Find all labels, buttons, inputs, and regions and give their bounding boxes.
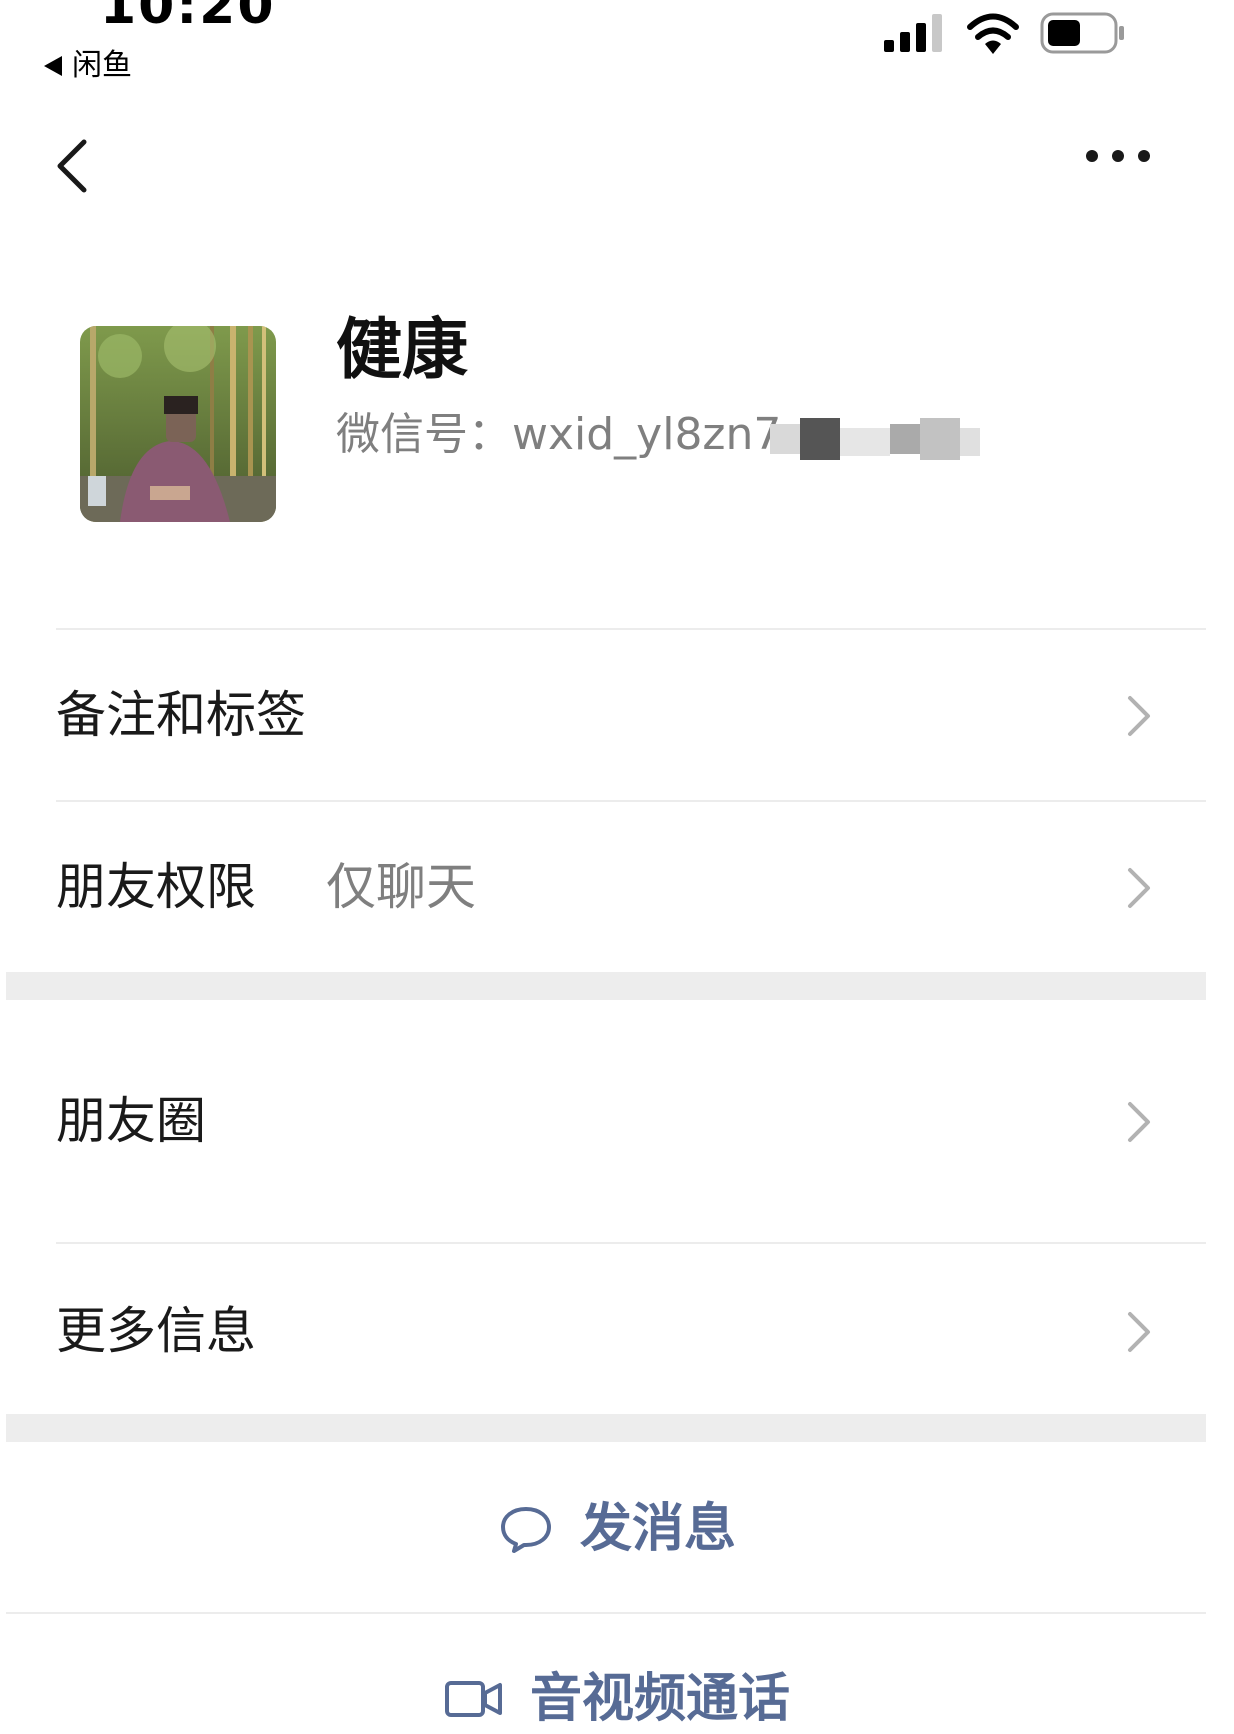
- row-label: 备注和标签: [56, 686, 306, 744]
- wifi-icon: [967, 13, 1019, 54]
- chevron-right-icon: [1128, 696, 1150, 736]
- chevron-left-icon[interactable]: [52, 136, 92, 196]
- send-message-button[interactable]: 发消息: [0, 1494, 1234, 1564]
- return-to-app[interactable]: 闲鱼: [44, 46, 132, 86]
- battery-icon: [1040, 12, 1124, 54]
- video-camera-icon: [444, 1681, 502, 1717]
- row-label: 朋友圈: [56, 1092, 206, 1150]
- audio-video-call-label: 音视频通话: [529, 1669, 790, 1729]
- row-label: 更多信息: [56, 1302, 256, 1360]
- chat-bubble-icon: [500, 1507, 551, 1553]
- status-time: 10:20: [100, 0, 276, 36]
- chevron-right-icon: [1128, 1102, 1150, 1142]
- more-dots-icon[interactable]: [1086, 150, 1186, 180]
- section-divider: [6, 1414, 1206, 1442]
- section-divider: [6, 972, 1206, 1000]
- row-value: 仅聊天: [326, 858, 476, 916]
- profile-name: 健康: [336, 311, 468, 388]
- wechat-id: 微信号：wxid_yl8zn7: [336, 409, 782, 460]
- blur-overlay: [770, 418, 980, 460]
- row-label: 朋友权限: [56, 858, 256, 916]
- return-app-label: 闲鱼: [72, 48, 132, 83]
- divider: [6, 1612, 1206, 1614]
- cellular-signal-icon: [884, 14, 942, 52]
- avatar[interactable]: [80, 326, 276, 522]
- chevron-right-icon: [1128, 1312, 1150, 1352]
- back-triangle-icon: [44, 56, 62, 76]
- chevron-right-icon: [1128, 868, 1150, 908]
- send-message-label: 发消息: [579, 1499, 736, 1559]
- audio-video-call-button[interactable]: 音视频通话: [0, 1664, 1234, 1734]
